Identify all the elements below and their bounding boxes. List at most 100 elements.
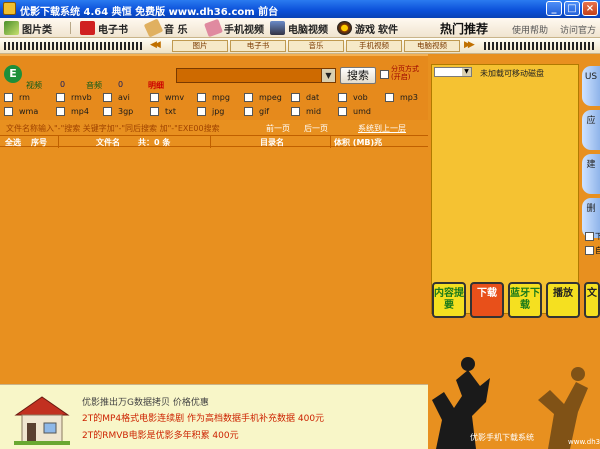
checkbox[interactable] xyxy=(197,93,206,102)
phone-icon xyxy=(204,18,223,38)
ext-rm[interactable]: rm xyxy=(4,93,30,102)
promo-line-3: 2T的RMVB电影是优影多年积累 400元 xyxy=(82,431,239,441)
col-size: 体积 (MB)兆 xyxy=(334,138,383,147)
checkbox[interactable] xyxy=(338,93,347,102)
brand-text: 优影手机下载系统 xyxy=(470,433,534,442)
help-link[interactable]: 使用帮助 xyxy=(512,23,548,36)
close-button[interactable]: × xyxy=(582,1,598,16)
picture-icon xyxy=(4,21,19,35)
ext-mp3[interactable]: mp3 xyxy=(385,93,418,102)
split-checkbox[interactable] xyxy=(380,70,389,79)
side-checkbox-auto[interactable] xyxy=(585,246,594,255)
ext-txt[interactable]: txt xyxy=(150,107,176,116)
checkbox[interactable] xyxy=(103,93,112,102)
col-directory: 目录名 xyxy=(260,138,284,147)
logo-badge: E xyxy=(4,65,22,83)
menu-games-software[interactable]: 游戏 软件 xyxy=(337,20,398,36)
brand-site: www.dh36.com xyxy=(568,438,600,446)
scroll-left-icon[interactable]: ◀◀ xyxy=(150,40,161,50)
checkbox[interactable] xyxy=(4,93,13,102)
search-hint: 文件名称输入"-"搜索 关键字加"-"同后搜索 加"-"EXE00搜索 xyxy=(6,124,220,133)
ext-mp4[interactable]: mp4 xyxy=(56,107,89,116)
checkbox[interactable] xyxy=(197,107,206,116)
file-button[interactable]: 文 xyxy=(584,282,600,318)
window-title: 优影下载系统 4.64 典恒 免费版 www.dh36.com 前台 xyxy=(20,7,279,18)
ext-mpeg[interactable]: mpeg xyxy=(244,93,282,102)
menu-music[interactable]: 音 乐 xyxy=(143,18,187,38)
side-checkbox-download[interactable] xyxy=(585,232,594,241)
chevron-down-icon[interactable]: ▼ xyxy=(462,68,471,76)
scroll-right-icon[interactable]: ▶▶ xyxy=(464,40,475,50)
ext-jpg[interactable]: jpg xyxy=(197,107,224,116)
side-checkbox-label: 自 xyxy=(595,246,600,255)
prev-page-link[interactable]: 前一页 xyxy=(266,123,290,134)
subtab-music[interactable]: 音乐 xyxy=(288,40,344,52)
download-button[interactable]: 下载 xyxy=(470,282,504,318)
ext-avi[interactable]: avi xyxy=(103,93,130,102)
detail-label[interactable]: 明细 xyxy=(148,80,164,91)
hot-recommend[interactable]: 热门推荐 xyxy=(440,20,488,37)
search-input[interactable]: ▼ xyxy=(176,68,336,83)
official-link[interactable]: 访问官方 xyxy=(560,23,596,36)
search-area: E 视频 0 音频 0 明细 ▼ 搜索 分页方式(开启) rm rmvb avi… xyxy=(0,54,428,120)
side-tab-create[interactable]: 建 xyxy=(582,154,600,194)
audio-count-label: 音频 xyxy=(86,81,102,90)
select-all[interactable]: 全选 xyxy=(5,137,21,148)
subtab-pictures[interactable]: 图片 xyxy=(172,40,228,52)
split-label: 分页方式(开启) xyxy=(391,65,419,81)
ext-mid[interactable]: mid xyxy=(291,107,321,116)
subtab-ebooks[interactable]: 电子书 xyxy=(230,40,286,52)
summary-button[interactable]: 内容提要 xyxy=(432,282,466,318)
menu-mobile-video[interactable]: 手机视频 xyxy=(204,18,264,38)
drive-select[interactable]: ▼ xyxy=(434,67,472,77)
next-page-link[interactable]: 后一页 xyxy=(304,123,328,134)
ext-wma[interactable]: wma xyxy=(4,107,38,116)
app-icon xyxy=(3,2,16,15)
checkbox[interactable] xyxy=(150,93,159,102)
ext-3gp[interactable]: 3gp xyxy=(103,107,133,116)
search-button[interactable]: 搜索 xyxy=(340,67,376,84)
promo-line-1: 优影推出万G数据拷贝 价格优惠 xyxy=(82,398,209,408)
ext-gif[interactable]: gif xyxy=(244,107,269,116)
checkbox[interactable] xyxy=(150,107,159,116)
up-level-link[interactable]: 系统到上一层 xyxy=(358,123,406,134)
col-index: 序号 xyxy=(31,138,47,147)
device-list[interactable]: ▼ 未加载可移动磁盘 xyxy=(431,64,579,314)
checkbox[interactable] xyxy=(56,107,65,116)
audio-count: 0 xyxy=(118,80,124,89)
ext-dat[interactable]: dat xyxy=(291,93,319,102)
checkbox[interactable] xyxy=(56,93,65,102)
menu-ebooks[interactable]: 电子书 xyxy=(80,20,128,36)
play-button[interactable]: 播放 xyxy=(546,282,580,318)
checkbox[interactable] xyxy=(291,107,300,116)
title-bar: 优影下载系统 4.64 典恒 免费版 www.dh36.com 前台 _ □ × xyxy=(0,0,600,18)
promo-panel: 优影推出万G数据拷贝 价格优惠 2T的MP4格式电影连续剧 作为高档数据手机补充… xyxy=(0,384,428,449)
subtab-mobile-video[interactable]: 手机视频 xyxy=(346,40,402,52)
side-tab-usb[interactable]: US xyxy=(582,66,600,106)
ext-rmvb[interactable]: rmvb xyxy=(56,93,92,102)
menu-pictures[interactable]: 图片类 xyxy=(4,20,52,36)
checkbox[interactable] xyxy=(338,107,347,116)
ext-mpg[interactable]: mpg xyxy=(197,93,230,102)
window-controls: _ □ × xyxy=(546,1,598,16)
bluetooth-download-button[interactable]: 蓝牙下载 xyxy=(508,282,542,318)
monitor-icon xyxy=(270,21,285,35)
ext-umd[interactable]: umd xyxy=(338,107,371,116)
no-device-message: 未加载可移动磁盘 xyxy=(480,69,544,78)
checkbox[interactable] xyxy=(385,93,394,102)
minimize-button[interactable]: _ xyxy=(546,1,562,16)
checkbox[interactable] xyxy=(4,107,13,116)
ext-wmv[interactable]: wmv xyxy=(150,93,184,102)
menu-bar: 图片类 电子书 音 乐 手机视频 电脑视频 游戏 软件 热门推荐 使用帮助 访问… xyxy=(0,18,600,38)
subtab-pc-video[interactable]: 电脑视频 xyxy=(404,40,460,52)
chevron-down-icon[interactable]: ▼ xyxy=(321,69,335,82)
video-count: 0 xyxy=(60,80,66,89)
checkbox[interactable] xyxy=(244,93,253,102)
checkbox[interactable] xyxy=(103,107,112,116)
maximize-button[interactable]: □ xyxy=(564,1,580,16)
checkbox[interactable] xyxy=(291,93,300,102)
side-tab-apply[interactable]: 应 xyxy=(582,110,600,150)
checkbox[interactable] xyxy=(244,107,253,116)
menu-pc-video[interactable]: 电脑视频 xyxy=(270,20,328,36)
ext-vob[interactable]: vob xyxy=(338,93,368,102)
